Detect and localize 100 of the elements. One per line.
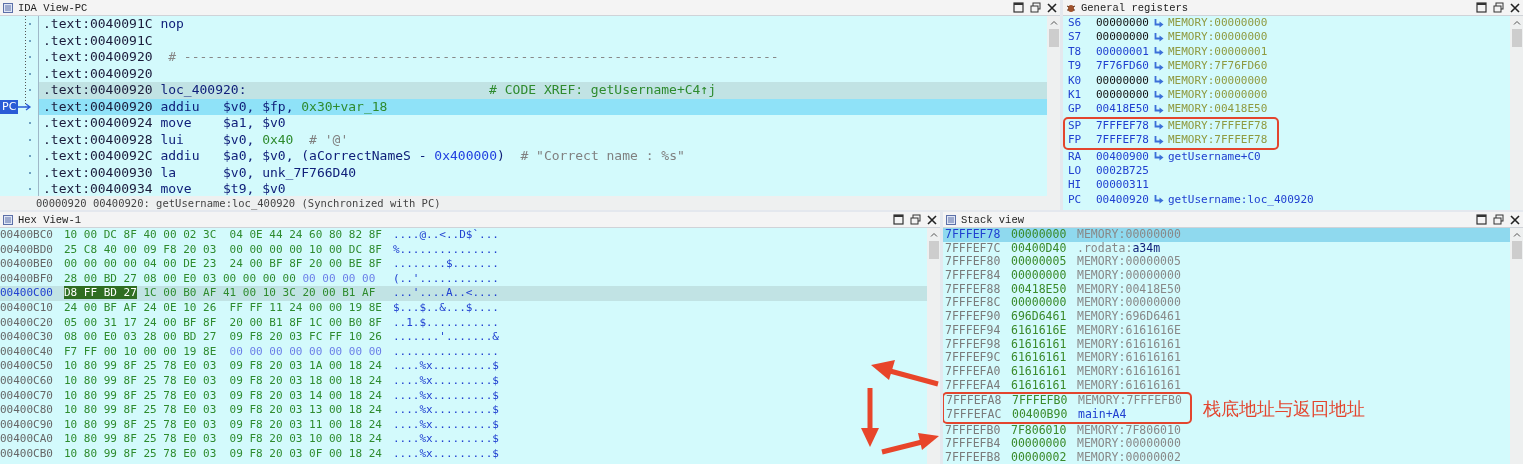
stack-address: 7FFFEF98 xyxy=(945,337,1002,352)
register-target[interactable]: MEMORY:00000000 xyxy=(1168,73,1268,88)
register-value[interactable]: 00000000 xyxy=(1096,30,1154,45)
register-target[interactable]: MEMORY:00418E50 xyxy=(1168,102,1268,117)
close-icon[interactable] xyxy=(1047,2,1057,13)
pc-marker: PC xyxy=(0,99,19,114)
stack-target[interactable]: main+A4 xyxy=(1078,407,1127,422)
stack-address: 7FFFEFA8 xyxy=(946,394,1003,408)
stack-target[interactable]: MEMORY:61616161 xyxy=(1077,378,1181,393)
maximize-icon[interactable] xyxy=(1013,2,1024,13)
stack-target[interactable]: MEMORY:00000000 xyxy=(1077,437,1181,451)
stack-target[interactable]: MEMORY:00000002 xyxy=(1077,451,1181,464)
stack-target[interactable]: MEMORY:00418E50 xyxy=(1077,282,1181,297)
hex-bytes: 10 80 99 8F 25 78 E0 03 09 F8 20 03 10 00 18 24 xyxy=(64,432,383,447)
hex-bytes: 00 00 00 00 04 00 DE 23 24 00 BF 8F 20 00 BE 8F xyxy=(64,257,383,272)
window-icon xyxy=(3,214,13,225)
register-target[interactable]: MEMORY:7F76FD60 xyxy=(1168,59,1268,74)
close-icon[interactable] xyxy=(1510,214,1520,225)
restore-icon[interactable] xyxy=(1493,2,1504,13)
register-value[interactable]: 00000311 xyxy=(1096,178,1154,193)
hex-bytes: 10 80 99 8F 25 78 E0 03 09 F8 20 03 14 00 18 24 xyxy=(64,388,383,404)
hex-address: 00400C70 xyxy=(0,388,54,404)
register-name: FP xyxy=(1068,133,1083,148)
stack-value: 61616161 xyxy=(1011,378,1068,393)
hex-bytes: 10 80 99 8F 25 78 E0 03 09 F8 20 03 18 00 18 24 xyxy=(64,373,383,389)
window-icon xyxy=(946,214,956,225)
scrollbar[interactable] xyxy=(927,228,940,464)
register-target[interactable]: MEMORY:7FFFEF78 xyxy=(1168,133,1268,148)
register-name: T8 xyxy=(1068,44,1083,60)
stack-target[interactable]: MEMORY:61616161 xyxy=(1077,351,1181,365)
hex-address: 00400C80 xyxy=(0,403,54,418)
stack-address: 7FFFEFA4 xyxy=(945,378,1002,393)
register-value[interactable]: 00418E50 xyxy=(1096,102,1154,117)
register-target[interactable]: MEMORY:00000000 xyxy=(1168,30,1268,45)
close-icon[interactable] xyxy=(1510,2,1520,13)
hex-bytes: D8 FF BD 27 1C 00 B0 AF 41 00 10 3C 20 00 B1 AF xyxy=(64,286,377,301)
selected-row[interactable]: 00400C00 D8 FF BD 27 1C 00 B0 AF 41 00 10 3C 20 00 B1 AF ...'....A..<.... xyxy=(0,286,927,301)
register-name: K1 xyxy=(1068,87,1083,103)
restore-icon[interactable] xyxy=(1030,2,1041,13)
scrollbar[interactable] xyxy=(1510,16,1523,210)
hex-address: 00400C90 xyxy=(0,417,54,433)
stack-address: 7FFFEF78 xyxy=(945,228,1002,242)
register-value[interactable]: 00400920 xyxy=(1096,192,1154,208)
ascii-text: (..'............ xyxy=(393,271,499,287)
scroll-thumb[interactable] xyxy=(1511,241,1522,259)
stack-target[interactable]: MEMORY:696D6461 xyxy=(1077,310,1181,324)
stack-value: 7F806010 xyxy=(1011,423,1068,438)
register-target[interactable]: getUsername:loc_400920 xyxy=(1168,192,1314,208)
register-value[interactable]: 7FFFEF78 xyxy=(1096,118,1154,134)
hex-address: 00400C60 xyxy=(0,373,54,389)
register-name: SP xyxy=(1068,118,1083,134)
register-target[interactable]: getUsername+C0 xyxy=(1168,149,1261,164)
stack-address: 7FFFEF84 xyxy=(945,269,1002,283)
code-line: .text:00400930 la $v0, unk_7F766D40 xyxy=(42,164,358,181)
register-value[interactable]: 7FFFEF78 xyxy=(1096,133,1154,148)
scroll-thumb[interactable] xyxy=(1511,29,1522,47)
register-value[interactable]: 00400900 xyxy=(1096,149,1154,164)
register-target[interactable]: MEMORY:00000000 xyxy=(1168,87,1268,103)
restore-icon[interactable] xyxy=(1493,214,1504,225)
selected-row[interactable]: 7FFFEF78 00000000 MEMORY:00000000 xyxy=(943,228,1510,242)
stack-value: 696D6461 xyxy=(1011,310,1068,324)
register-value[interactable]: 00000000 xyxy=(1096,87,1154,103)
stack-target[interactable]: MEMORY:61616161 xyxy=(1077,337,1181,352)
stack-target[interactable]: .rodata:a34m xyxy=(1077,241,1161,256)
stack-target[interactable]: MEMORY:00000005 xyxy=(1077,255,1181,270)
register-target[interactable]: MEMORY:00000001 xyxy=(1168,44,1268,60)
panel-title: General registers xyxy=(1081,1,1189,14)
maximize-icon[interactable] xyxy=(1476,2,1487,13)
panel-title: Stack view xyxy=(961,213,1024,226)
register-target[interactable]: MEMORY:00000000 xyxy=(1168,16,1268,31)
ascii-text: ....%x.........$ xyxy=(393,417,499,433)
scroll-thumb[interactable] xyxy=(1048,29,1059,47)
register-value[interactable]: 00000000 xyxy=(1096,16,1154,31)
maximize-icon[interactable] xyxy=(893,214,904,225)
scrollbar[interactable] xyxy=(1047,16,1060,196)
hex-address: 00400C10 xyxy=(0,300,54,316)
code-line: .text:0040091C nop xyxy=(42,16,185,33)
stack-target[interactable]: MEMORY:00000000 xyxy=(1077,269,1181,283)
register-value[interactable]: 0002B725 xyxy=(1096,163,1154,179)
hex-address: 00400C40 xyxy=(0,344,54,360)
stack-target[interactable]: MEMORY:61616161 xyxy=(1077,364,1181,379)
scrollbar[interactable] xyxy=(1510,228,1523,464)
stack-target[interactable]: MEMORY:00000000 xyxy=(1077,228,1181,242)
register-value[interactable]: 00000001 xyxy=(1096,44,1154,60)
scroll-thumb[interactable] xyxy=(928,241,939,259)
stack-target[interactable]: MEMORY:6161616E xyxy=(1077,323,1181,338)
maximize-icon[interactable] xyxy=(1476,214,1487,225)
register-name: RA xyxy=(1068,149,1083,164)
stack-target[interactable]: MEMORY:7FFFEFB0 xyxy=(1078,394,1182,408)
stack-target[interactable]: MEMORY:00000000 xyxy=(1077,296,1181,311)
register-name: S6 xyxy=(1068,16,1083,31)
register-value[interactable]: 00000000 xyxy=(1096,73,1154,88)
register-value[interactable]: 7F76FD60 xyxy=(1096,59,1154,74)
close-icon[interactable] xyxy=(927,214,937,225)
register-target[interactable]: MEMORY:7FFFEF78 xyxy=(1168,118,1268,134)
stack-target[interactable]: MEMORY:7F806010 xyxy=(1077,423,1181,438)
restore-icon[interactable] xyxy=(910,214,921,225)
hex-bytes: 25 C8 40 00 09 F8 20 03 00 00 00 00 10 00 DC 8F xyxy=(64,242,383,258)
code-line: .text:00400928 lui $v0, 0x40 # '@' xyxy=(42,131,350,148)
stack-address: 7FFFEF80 xyxy=(945,255,1002,270)
